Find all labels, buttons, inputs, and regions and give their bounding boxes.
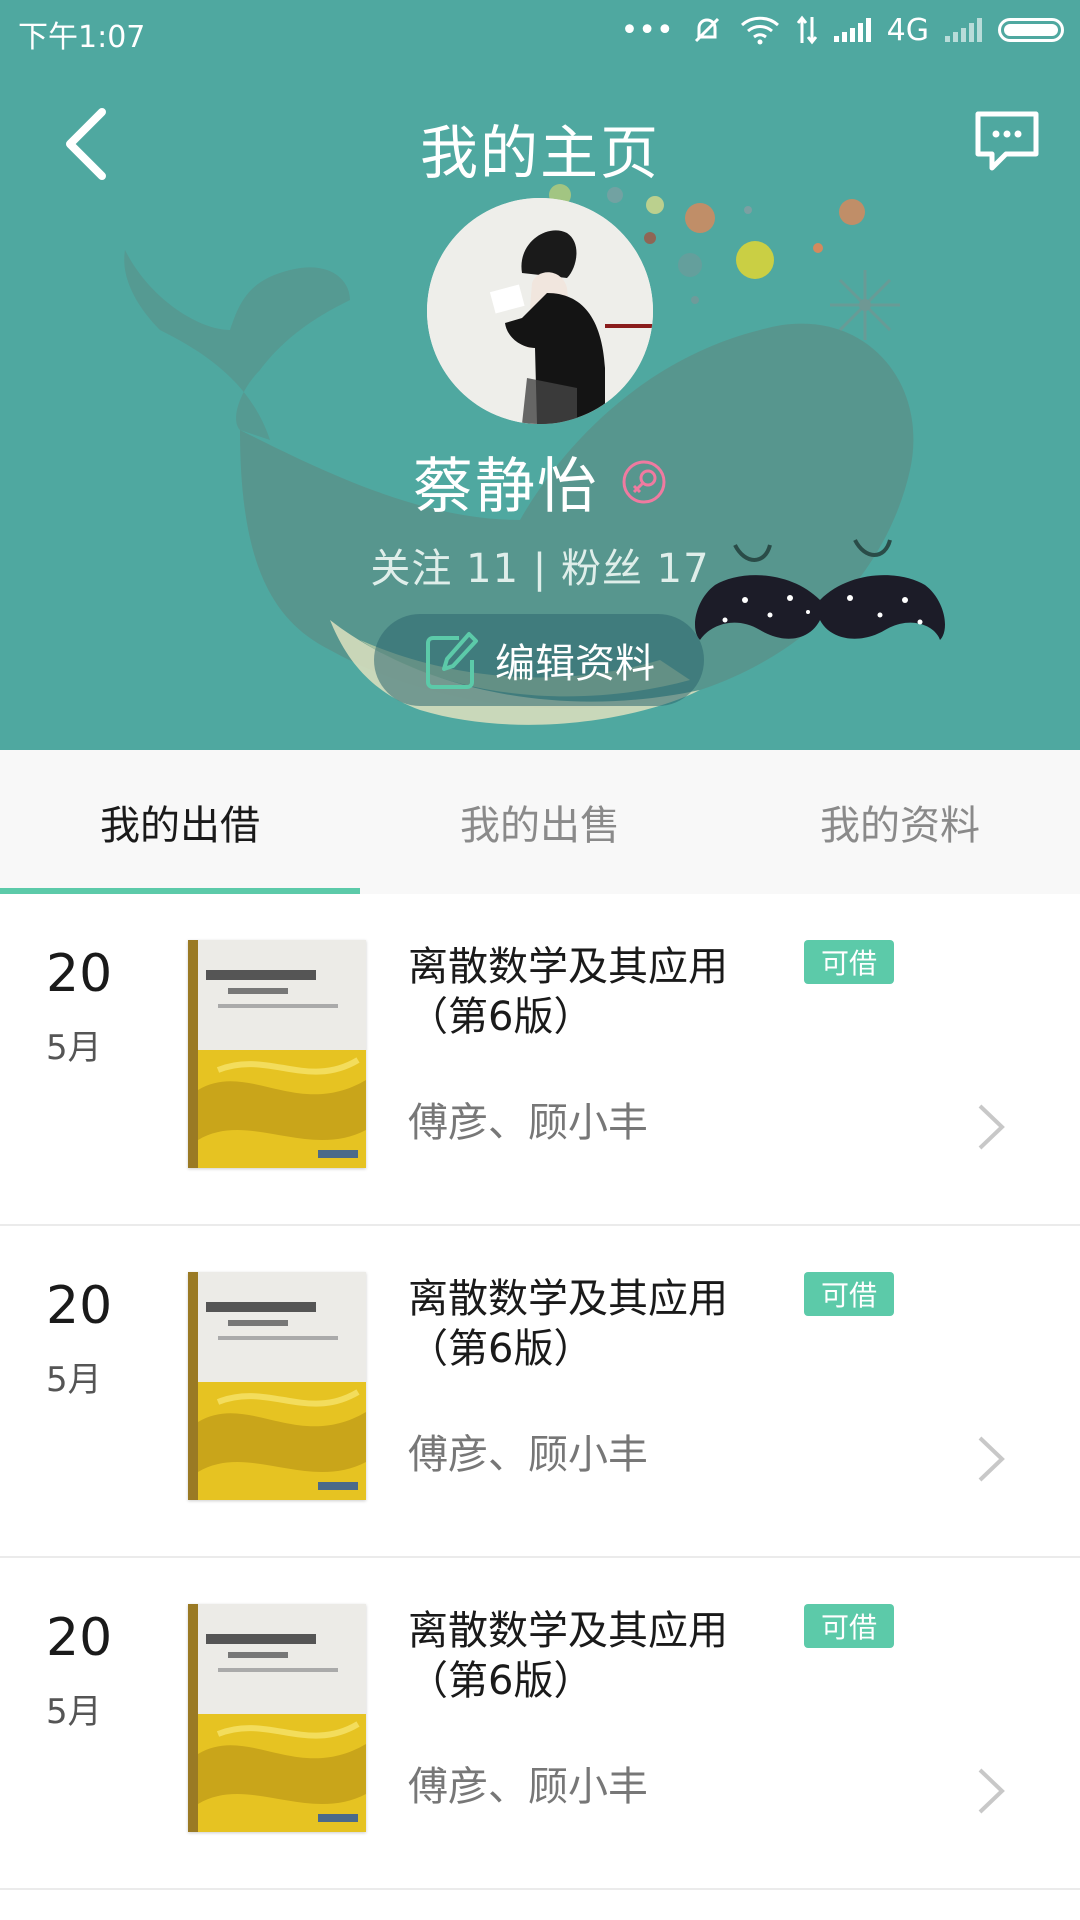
edit-icon xyxy=(426,632,478,689)
username: 蔡静怡 xyxy=(413,452,599,522)
date-month: 5月 xyxy=(46,1692,102,1732)
book-cover xyxy=(188,1604,366,1832)
signal-strength-icon xyxy=(833,18,871,42)
following-count[interactable]: 关注 11 xyxy=(370,536,519,594)
more-dots-icon: ••• xyxy=(620,12,674,48)
book-cover-image xyxy=(188,1272,366,1500)
follow-stats: 关注 11 | 粉丝 17 xyxy=(0,536,1080,594)
book-list: 20 5月 离散数学及其应用（第6版） 可借 傅彦、顾小丰 20 5月 离散数学… xyxy=(0,894,1080,1890)
date-month: 5月 xyxy=(46,1028,102,1068)
data-transfer-icon xyxy=(796,15,817,45)
profile-header: 下午1:07 ••• 4G 我的主页 蔡静怡 关注 11 | 粉丝 17 编辑资… xyxy=(0,0,1080,750)
battery-icon xyxy=(998,18,1064,42)
stats-separator: | xyxy=(532,546,548,592)
book-cover-image xyxy=(188,1604,366,1832)
wifi-icon xyxy=(740,16,779,45)
avatar-illustration xyxy=(427,198,653,424)
date-month: 5月 xyxy=(46,1360,102,1400)
signal-strength-secondary-icon xyxy=(945,18,982,42)
list-item[interactable]: 20 5月 离散数学及其应用（第6版） 可借 傅彦、顾小丰 xyxy=(0,1558,1080,1890)
chevron-right-icon xyxy=(978,1436,1005,1482)
book-cover xyxy=(188,940,366,1168)
edit-profile-button[interactable]: 编辑资料 xyxy=(374,614,704,706)
tab-my-lending[interactable]: 我的出借 xyxy=(0,750,360,894)
date-day: 20 xyxy=(46,944,113,1004)
fans-count[interactable]: 粉丝 17 xyxy=(561,536,710,594)
status-time: 下午1:07 xyxy=(18,20,146,55)
female-icon xyxy=(622,460,666,503)
chevron-right-icon xyxy=(978,1104,1005,1150)
edit-profile-label: 编辑资料 xyxy=(495,641,655,687)
date-day: 20 xyxy=(46,1276,113,1336)
status-badge: 可借 xyxy=(804,1604,894,1648)
network-type: 4G xyxy=(886,12,929,48)
list-item[interactable]: 20 5月 离散数学及其应用（第6版） 可借 傅彦、顾小丰 xyxy=(0,894,1080,1226)
book-cover-image xyxy=(188,940,366,1168)
date-day: 20 xyxy=(46,1608,113,1668)
message-icon[interactable] xyxy=(966,104,1046,184)
tab-bar: 我的出借 我的出售 我的资料 xyxy=(0,750,1080,894)
tab-my-selling[interactable]: 我的出售 xyxy=(360,750,720,894)
status-bar: 下午1:07 ••• 4G xyxy=(0,0,1080,62)
status-badge: 可借 xyxy=(804,940,894,984)
status-badge: 可借 xyxy=(804,1272,894,1316)
mute-icon xyxy=(694,17,719,43)
book-title: 离散数学及其应用（第6版） xyxy=(408,944,728,1040)
status-icons: ••• 4G xyxy=(621,10,1064,50)
book-authors: 傅彦、顾小丰 xyxy=(408,1432,648,1478)
book-title: 离散数学及其应用（第6版） xyxy=(408,1608,728,1704)
chevron-right-icon xyxy=(978,1768,1005,1814)
list-item[interactable]: 20 5月 离散数学及其应用（第6版） 可借 傅彦、顾小丰 xyxy=(0,1226,1080,1558)
username-row: 蔡静怡 xyxy=(0,438,1080,525)
avatar[interactable] xyxy=(427,198,653,424)
book-authors: 傅彦、顾小丰 xyxy=(408,1764,648,1810)
book-authors: 傅彦、顾小丰 xyxy=(408,1100,648,1146)
book-title: 离散数学及其应用（第6版） xyxy=(408,1276,728,1372)
tab-my-profile-info[interactable]: 我的资料 xyxy=(720,750,1080,894)
book-cover xyxy=(188,1272,366,1500)
page-title: 我的主页 xyxy=(419,119,660,187)
